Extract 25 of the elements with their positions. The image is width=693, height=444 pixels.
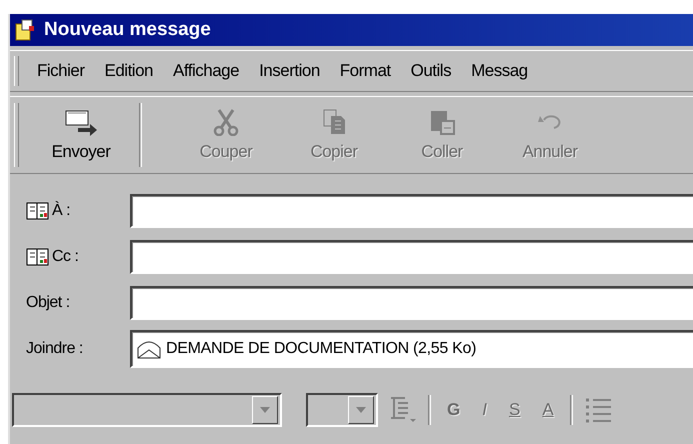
field-label: Joindre : (26, 340, 83, 358)
send-icon (64, 108, 98, 136)
menu-item[interactable]: Outils (400, 61, 462, 81)
field-label: À : (52, 202, 70, 220)
menu-item[interactable]: Affichage (163, 61, 250, 81)
input-field[interactable] (130, 240, 693, 274)
window-title: Nouveau message (44, 19, 211, 41)
field-label: Cc : (52, 248, 78, 266)
caret-icon (355, 406, 367, 414)
attachment-name[interactable]: DEMANDE DE DOCUMENTATION (2,55 Ko) (166, 340, 476, 358)
font-dropdown[interactable] (12, 393, 282, 427)
menu-item[interactable]: Edition (94, 61, 163, 81)
menu-item[interactable]: Insertion (249, 61, 330, 81)
field-label: Objet : (26, 294, 70, 312)
toolbar-button[interactable]: Envoyer (27, 100, 135, 170)
menu-item[interactable]: Format (330, 61, 401, 81)
size-dropdown[interactable] (306, 393, 378, 427)
attachment-field[interactable]: DEMANDE DE DOCUMENTATION (2,55 Ko) (130, 330, 693, 368)
menu-item[interactable]: Fichier (27, 61, 95, 81)
address-book-icon[interactable] (26, 201, 50, 221)
menu-item[interactable]: Messag (461, 61, 538, 81)
caret-icon (259, 406, 271, 414)
address-book-icon[interactable] (26, 247, 50, 267)
input-field[interactable] (130, 286, 693, 320)
input-field[interactable] (130, 194, 693, 228)
